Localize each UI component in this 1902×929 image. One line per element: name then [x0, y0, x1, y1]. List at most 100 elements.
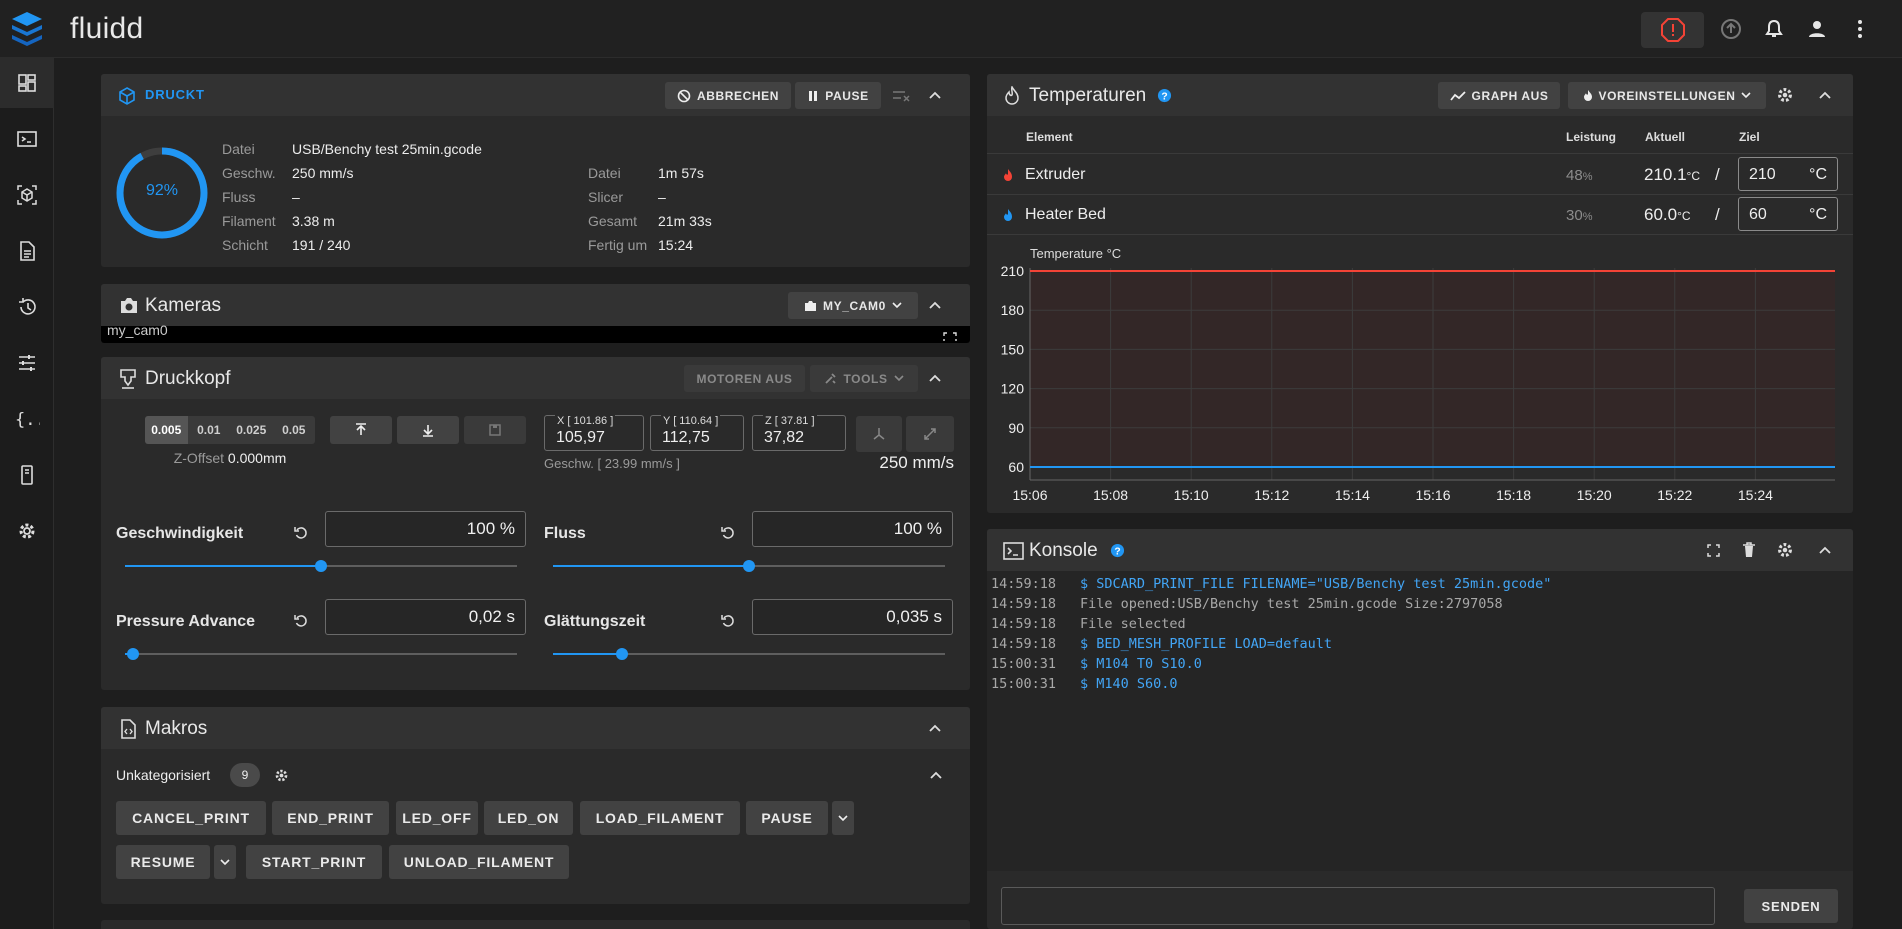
graph-off-button[interactable]: GRAPH AUS [1438, 82, 1560, 109]
macro-button[interactable]: RESUME [116, 845, 210, 879]
motors-off-button[interactable]: MOTOREN AUS [684, 365, 805, 392]
z-step-option[interactable]: 0.01 [188, 416, 231, 444]
slider-track[interactable] [125, 653, 517, 655]
cameras-title: Kameras [145, 295, 222, 316]
macro-button[interactable]: LED_OFF [396, 801, 478, 835]
slider-thumb[interactable] [743, 560, 755, 572]
reset-button[interactable] [293, 525, 311, 543]
console-text[interactable]: $ M104 T0 S10.0 [1080, 656, 1202, 672]
tools-menu-button[interactable]: TOOLS [810, 365, 918, 392]
nav-tune[interactable] [0, 338, 54, 388]
gear-icon[interactable] [1776, 541, 1794, 559]
z-offset-down-button[interactable] [397, 416, 459, 444]
console-text[interactable]: $ SDCARD_PRINT_FILE FILENAME="USB/Benchy… [1080, 576, 1551, 592]
collapse-print-status-button[interactable] [924, 84, 946, 106]
notifications-button[interactable] [1759, 14, 1789, 44]
y-position-field[interactable]: Y [ 110.64 ] 112,75 [650, 415, 744, 451]
camera-select[interactable]: MY_CAM0 [788, 292, 918, 319]
nav-console[interactable] [0, 114, 54, 164]
nav-configuration[interactable]: {..} [0, 394, 54, 444]
collapse-toolhead-button[interactable] [924, 367, 946, 389]
macro-button[interactable]: END_PRINT [272, 801, 389, 835]
slider-value-field[interactable]: 100 % [752, 511, 953, 547]
exclude-object-button[interactable] [892, 87, 912, 103]
collapse-macros-button[interactable] [924, 717, 946, 739]
fullscreen-icon[interactable] [1707, 544, 1720, 557]
print-status-card: DRUCKT ABBRECHEN PAUSE 92% Datei USB/Benc… [101, 74, 970, 267]
reset-button[interactable] [720, 613, 738, 631]
slider-value-field[interactable]: 100 % [325, 511, 526, 547]
macro-button[interactable]: CANCEL_PRINT [116, 801, 266, 835]
console-text[interactable]: $ BED_MESH_PROFILE LOAD=default [1080, 636, 1332, 652]
reset-button[interactable] [293, 613, 311, 631]
console-text[interactable]: $ M140 S60.0 [1080, 676, 1178, 692]
nav-history[interactable] [0, 282, 54, 332]
nav-jobs[interactable] [0, 226, 54, 276]
console-command-input[interactable] [1001, 887, 1715, 925]
gear-icon[interactable] [274, 768, 289, 783]
pause-print-button[interactable]: PAUSE [795, 82, 881, 109]
emergency-stop-button[interactable] [1641, 12, 1704, 48]
macro-options-button[interactable] [832, 801, 854, 835]
delete-icon[interactable] [1742, 542, 1756, 558]
printer-3d-icon [119, 87, 135, 105]
z-position-field[interactable]: Z [ 37.81 ] 37,82 [752, 415, 846, 451]
stat-value: USB/Benchy test 25min.gcode [292, 141, 482, 157]
send-button[interactable]: SENDEN [1744, 889, 1838, 923]
heater-target-field[interactable]: 60 °C [1738, 197, 1838, 231]
console-output[interactable]: 14:59:18 $ SDCARD_PRINT_FILE FILENAME="US… [987, 571, 1853, 871]
slider-value-field[interactable]: 0,035 s [752, 599, 953, 635]
chevron-up-icon [1819, 91, 1831, 99]
user-button[interactable] [1802, 14, 1832, 44]
help-icon[interactable]: ? [1110, 543, 1125, 558]
z-step-option[interactable]: 0.005 [145, 416, 188, 444]
macro-options-button[interactable] [214, 845, 236, 879]
nav-printer[interactable] [0, 170, 54, 220]
z-position-value: 37,82 [764, 429, 805, 446]
slider-value-field[interactable]: 0,02 s [325, 599, 526, 635]
upload-button[interactable] [1716, 14, 1746, 44]
nav-dashboard[interactable] [0, 58, 54, 108]
macro-button[interactable]: PAUSE [746, 801, 828, 835]
camera-stream: my_cam0 [101, 322, 970, 343]
chart-y-tick: 60 [1008, 459, 1024, 475]
chevron-up-icon [929, 91, 941, 99]
more-menu-button[interactable] [1848, 14, 1872, 44]
absolute-positioning-button[interactable] [906, 416, 954, 452]
collapse-temperatures-button[interactable] [1814, 84, 1836, 106]
z-offset-up-button[interactable] [330, 416, 392, 444]
help-icon[interactable]: ? [1157, 88, 1172, 103]
fullscreen-icon[interactable] [943, 332, 957, 342]
macro-button[interactable]: UNLOAD_FILAMENT [389, 845, 569, 879]
fire-icon [1004, 209, 1012, 221]
slider-thumb[interactable] [315, 560, 327, 572]
z-step-option[interactable]: 0.025 [230, 416, 273, 444]
z-offset-save-button[interactable] [464, 416, 526, 444]
dashboard-icon [18, 74, 36, 92]
z-step-option[interactable]: 0.05 [273, 416, 316, 444]
nav-settings[interactable] [0, 506, 54, 556]
macro-button[interactable]: LOAD_FILAMENT [580, 801, 740, 835]
relative-positioning-button[interactable] [856, 416, 902, 452]
cancel-print-button[interactable]: ABBRECHEN [665, 82, 791, 109]
reset-button[interactable] [720, 525, 738, 543]
slider-thumb[interactable] [615, 648, 628, 660]
presets-menu-button[interactable]: VOREINSTELLUNGEN [1568, 82, 1766, 109]
fluidd-logo-icon[interactable] [10, 10, 44, 48]
heater-actual-value: 210.1 [1644, 165, 1687, 184]
chart-x-tick: 15:24 [1738, 487, 1773, 503]
macro-button[interactable]: START_PRINT [246, 845, 382, 879]
nav-system[interactable] [0, 450, 54, 500]
console-title: Konsole [1029, 540, 1098, 561]
heater-name[interactable]: Heater Bed [1025, 206, 1106, 224]
heater-target-field[interactable]: 210 °C [1738, 157, 1838, 191]
gear-icon[interactable] [1776, 86, 1794, 104]
chevron-down-icon [220, 858, 230, 865]
macro-button[interactable]: LED_ON [484, 801, 573, 835]
slider-thumb[interactable] [126, 648, 139, 660]
heater-name[interactable]: Extruder [1025, 166, 1085, 184]
collapse-console-button[interactable] [1814, 539, 1836, 561]
x-position-field[interactable]: X [ 101.86 ] 105,97 [544, 415, 644, 451]
macro-group-header[interactable]: Unkategorisiert 9 [101, 760, 970, 790]
collapse-cameras-button[interactable] [924, 294, 946, 316]
